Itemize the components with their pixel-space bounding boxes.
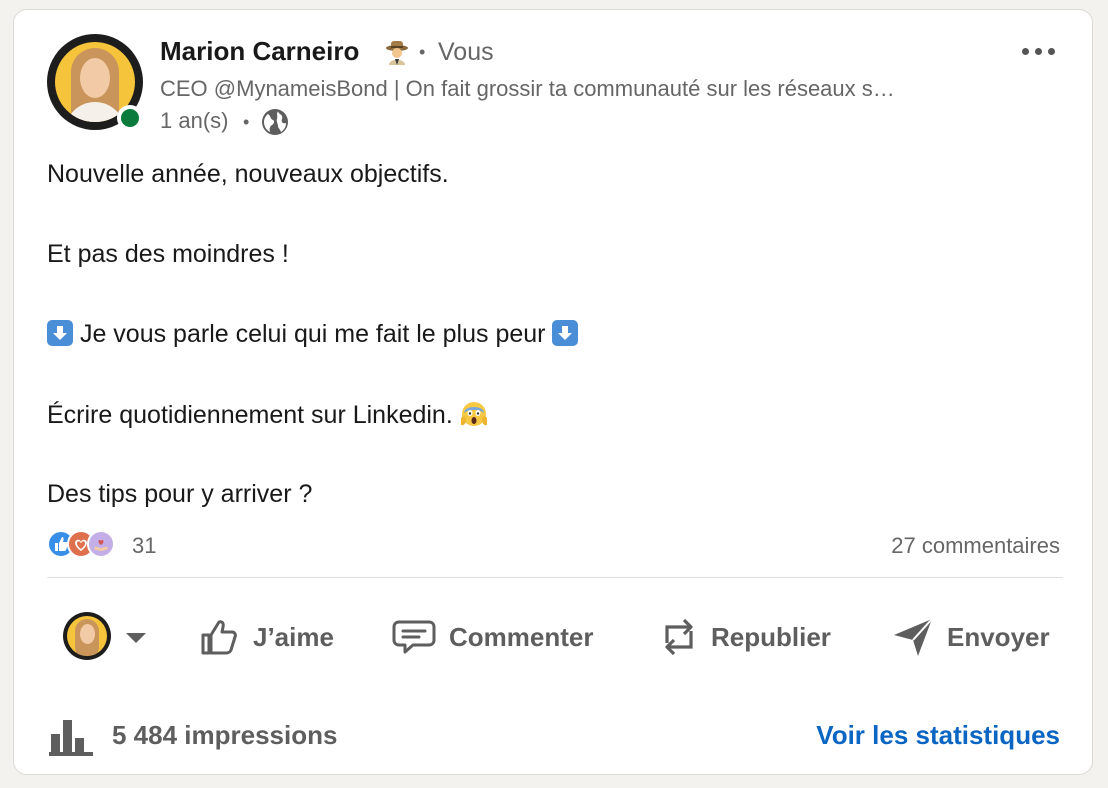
- connection-degree: Vous: [438, 38, 494, 66]
- post-card: Marion Carneiro • Vous CEO @MynameisBond…: [13, 9, 1093, 775]
- reactions-summary[interactable]: [47, 530, 127, 560]
- post-text-line-3: Je vous parle celui qui me fait le plus …: [47, 320, 579, 349]
- separator-dot: •: [419, 42, 426, 62]
- view-analytics-link[interactable]: Voir les statistiques: [816, 720, 1060, 751]
- divider: [47, 577, 1063, 578]
- more-dot: [1047, 47, 1055, 55]
- repost-icon: [665, 618, 693, 656]
- bar-chart-icon: [49, 720, 93, 756]
- reactions-count[interactable]: 31: [132, 533, 156, 559]
- comment-button[interactable]: Commenter: [391, 610, 593, 664]
- repost-label: Republier: [711, 621, 831, 652]
- actor-avatar-selector[interactable]: [63, 612, 111, 660]
- post-text-line-5: Des tips pour y arriver ?: [47, 480, 313, 508]
- support-reaction-icon: [87, 530, 115, 558]
- send-button[interactable]: Envoyer: [891, 610, 1050, 664]
- action-bar: J’aime Commenter Republier Envoyer: [47, 600, 1063, 674]
- globe-icon: [262, 109, 288, 135]
- down-arrow-emoji-icon: [47, 320, 73, 346]
- post-text-line-4-content: Écrire quotidiennement sur Linkedin.: [47, 401, 453, 429]
- like-button[interactable]: J’aime: [199, 610, 334, 664]
- author-headline: CEO @MynameisBond | On fait grossir ta c…: [160, 76, 895, 101]
- post-timestamp: 1 an(s): [160, 108, 229, 133]
- chevron-down-icon[interactable]: [125, 632, 147, 644]
- comment-icon: [392, 620, 436, 654]
- online-status-indicator: [117, 105, 143, 131]
- impressions-count: 5 484 impressions: [112, 720, 338, 750]
- post-text-line-2: Et pas des moindres !: [47, 240, 289, 268]
- more-options-button[interactable]: [1014, 40, 1062, 62]
- down-arrow-emoji-icon: [552, 320, 579, 346]
- post-text-line-1: Nouvelle année, nouveaux objectifs.: [47, 160, 449, 188]
- scream-emoji-icon: [460, 402, 487, 426]
- comment-label: Commenter: [449, 621, 594, 652]
- separator-dot: •: [243, 112, 250, 132]
- post-text-line-4: Écrire quotidiennement sur Linkedin.: [47, 400, 488, 430]
- comments-count-link[interactable]: 27 commentaires: [891, 533, 1060, 559]
- like-label: J’aime: [253, 621, 334, 652]
- more-dot: [1034, 47, 1042, 55]
- thumbs-up-icon: [201, 620, 237, 655]
- send-icon: [894, 618, 933, 656]
- author-name[interactable]: Marion Carneiro: [160, 36, 359, 67]
- repost-button[interactable]: Republier: [659, 610, 831, 664]
- send-label: Envoyer: [947, 621, 1050, 652]
- author-avatar[interactable]: [47, 34, 143, 131]
- post-text-line-3-content: Je vous parle celui qui me fait le plus …: [79, 320, 546, 348]
- more-dot: [1021, 47, 1029, 55]
- spy-emoji-icon: [386, 41, 408, 65]
